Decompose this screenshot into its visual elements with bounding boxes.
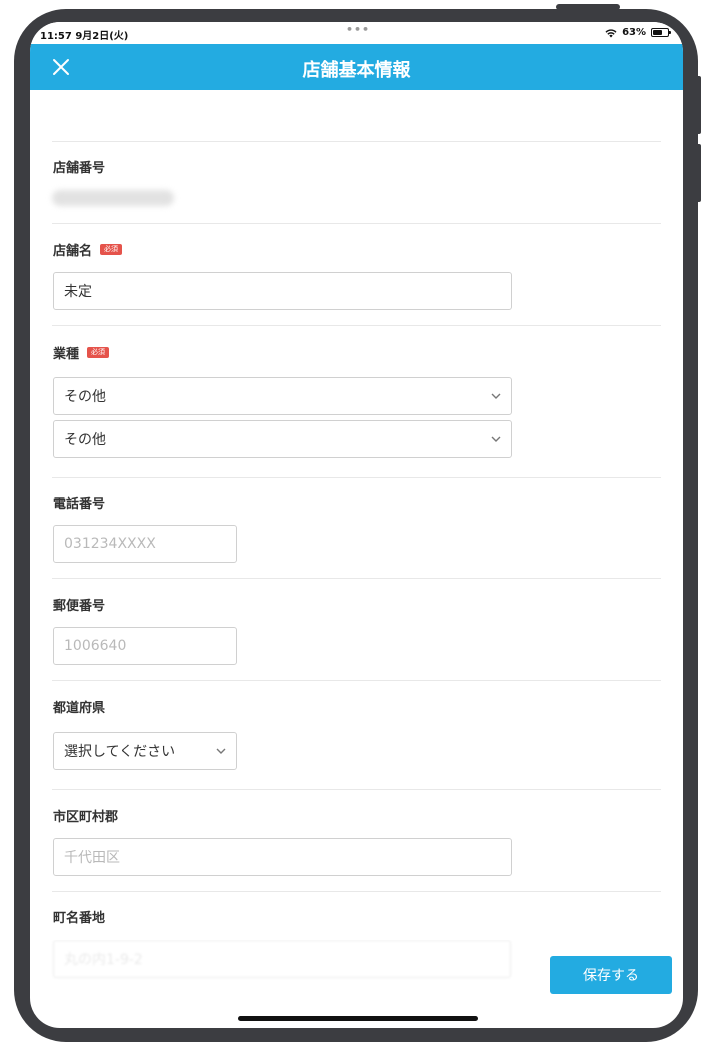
divider (52, 477, 661, 478)
divider (52, 789, 661, 790)
business-type-label: 業種 必須 (53, 343, 110, 362)
screen: 11:57 9月2日(火) ••• 63% 店舗基本情報 店舗番号 店舗名 必須… (30, 22, 683, 1028)
postal-code-label: 郵便番号 (53, 599, 106, 614)
select-value: 選択してください (64, 744, 176, 760)
divider (52, 223, 661, 224)
divider (52, 680, 661, 681)
phone-label: 電話番号 (53, 497, 106, 512)
chevron-down-icon (491, 393, 501, 399)
battery-icon (651, 28, 671, 37)
nav-bar: 店舗基本情報 (30, 44, 683, 90)
status-time: 11:57 9月2日(火) (40, 31, 129, 42)
required-badge: 必須 (87, 347, 110, 358)
store-number-label: 店舗番号 (53, 161, 106, 176)
postal-code-input[interactable]: 1006640 (53, 627, 237, 665)
divider (52, 578, 661, 579)
battery-percent: 63% (622, 27, 646, 38)
business-type-select-1[interactable]: その他 (53, 377, 512, 415)
status-indicators: 63% (605, 27, 671, 38)
address-input[interactable]: 丸の内1-9-2 (53, 940, 511, 978)
select-value: その他 (64, 389, 106, 405)
chevron-down-icon (216, 748, 226, 754)
store-name-label: 店舗名 必須 (53, 240, 123, 259)
select-value: その他 (64, 432, 106, 448)
prefecture-label: 都道府県 (53, 701, 106, 716)
required-badge: 必須 (100, 244, 123, 255)
multitasking-dots[interactable]: ••• (346, 23, 370, 36)
divider (52, 325, 661, 326)
home-indicator[interactable] (238, 1016, 478, 1021)
city-input[interactable]: 千代田区 (53, 838, 512, 876)
battery-fill (653, 30, 662, 35)
city-label: 市区町村郡 (53, 810, 119, 825)
save-button[interactable]: 保存する (550, 956, 672, 994)
wifi-icon (605, 28, 617, 37)
business-type-select-2[interactable]: その他 (53, 420, 512, 458)
store-name-input[interactable]: 未定 (53, 272, 512, 310)
address-label: 町名番地 (53, 911, 106, 926)
divider (52, 141, 661, 142)
status-bar: 11:57 9月2日(火) ••• 63% (30, 22, 683, 44)
form-content: 店舗番号 店舗名 必須 未定 業種 必須 その他 その他 電話番号 031234… (30, 90, 683, 1028)
prefecture-select[interactable]: 選択してください (53, 732, 237, 770)
chevron-down-icon (491, 436, 501, 442)
page-title: 店舗基本情報 (302, 60, 411, 81)
divider (52, 891, 661, 892)
phone-input[interactable]: 031234XXXX (53, 525, 237, 563)
store-number-value-blurred (52, 190, 174, 206)
